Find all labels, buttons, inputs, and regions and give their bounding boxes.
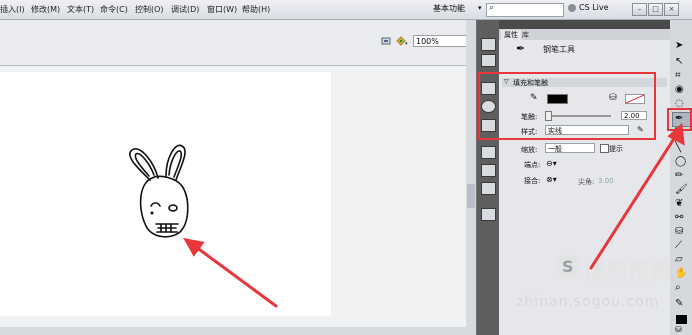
arrow-head — [183, 237, 205, 257]
annotation-arrow-tool — [589, 132, 679, 270]
annotation-arrow-stage — [194, 245, 278, 308]
annotation-arrows — [183, 122, 685, 308]
